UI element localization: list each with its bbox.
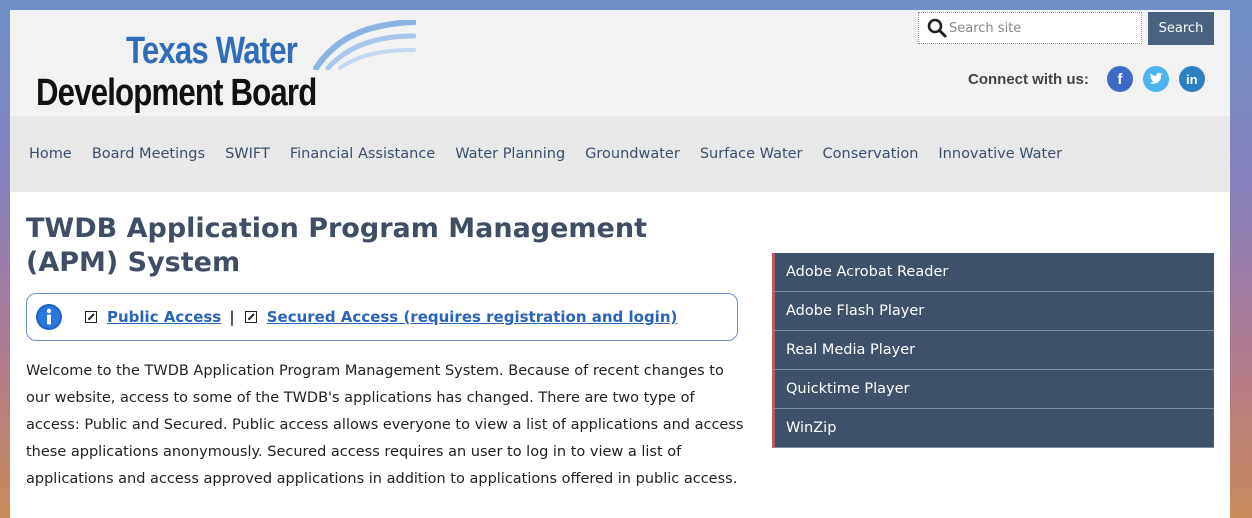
info-icon [36, 304, 62, 330]
logo-text-development-board: Development Board [36, 72, 317, 114]
downloads-sidebar: Adobe Acrobat Reader Adobe Flash Player … [772, 253, 1214, 448]
logo-text-texas-water: Texas Water [126, 30, 298, 72]
secured-access-link[interactable]: Secured Access (requires registration an… [267, 308, 678, 326]
sidebar-item-real-media-player[interactable]: Real Media Player [772, 331, 1214, 370]
site-header: Texas Water Development Board Search Con… [10, 10, 1230, 116]
page: Texas Water Development Board Search Con… [10, 10, 1230, 518]
search-box [918, 12, 1142, 44]
twitter-icon[interactable] [1142, 66, 1169, 92]
welcome-text: Welcome to the TWDB Application Program … [26, 363, 744, 487]
nav-item-water-planning[interactable]: Water Planning [455, 146, 565, 162]
link-separator: | [229, 308, 235, 326]
connect-with-us: Connect with us: f in [968, 66, 1205, 92]
nav-item-surface-water[interactable]: Surface Water [700, 146, 803, 162]
nav-item-groundwater[interactable]: Groundwater [585, 146, 680, 162]
nav-item-conservation[interactable]: Conservation [823, 146, 919, 162]
sidebar-item-winzip[interactable]: WinZip [772, 409, 1214, 448]
twdb-logo[interactable]: Texas Water Development Board [36, 18, 416, 114]
water-waves-icon [313, 20, 416, 70]
main-nav: Home Board Meetings SWIFT Financial Assi… [10, 116, 1230, 192]
search-button[interactable]: Search [1148, 12, 1214, 45]
nav-item-board-meetings[interactable]: Board Meetings [92, 146, 205, 162]
facebook-icon[interactable]: f [1106, 66, 1133, 92]
external-link-icon [85, 311, 97, 323]
nav-item-financial-assistance[interactable]: Financial Assistance [290, 146, 435, 162]
linkedin-icon[interactable]: in [1178, 66, 1205, 92]
external-link-icon [244, 311, 257, 323]
access-links-box: Public Access | Secured Access (requires… [26, 293, 738, 341]
connect-label: Connect with us: [968, 70, 1089, 88]
page-title: TWDB Application Program Management (APM… [26, 213, 647, 278]
sidebar-item-quicktime-player[interactable]: Quicktime Player [772, 370, 1214, 409]
nav-item-home[interactable]: Home [29, 146, 72, 162]
sidebar-item-adobe-acrobat-reader[interactable]: Adobe Acrobat Reader [772, 253, 1214, 292]
public-access-link[interactable]: Public Access [107, 308, 221, 326]
nav-item-innovative-water[interactable]: Innovative Water [938, 146, 1062, 162]
search-icon [927, 18, 947, 38]
sidebar-item-adobe-flash-player[interactable]: Adobe Flash Player [772, 292, 1214, 331]
nav-item-swift[interactable]: SWIFT [225, 146, 270, 162]
search-input[interactable] [949, 14, 1134, 42]
